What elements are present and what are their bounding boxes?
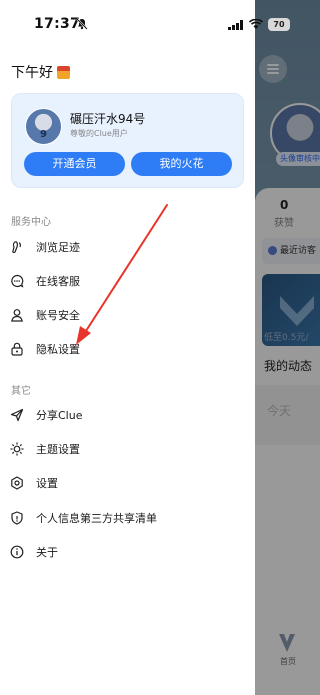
- avatar-jersey-number: 9: [40, 129, 47, 140]
- status-time: 17:37: [34, 16, 81, 32]
- profile-name: 碾压汗水94号: [70, 112, 146, 126]
- menu-item-label: 账号安全: [36, 309, 80, 322]
- my-spark-button[interactable]: 我的火花: [131, 152, 232, 176]
- menu-item-label: 个人信息第三方共享清单: [36, 512, 157, 525]
- battery-indicator: 70: [268, 18, 290, 31]
- menu-item-settings[interactable]: 设置: [0, 468, 255, 498]
- menu-item-label: 在线客服: [36, 275, 80, 288]
- wifi-icon: [249, 19, 263, 29]
- greeting: 下午好: [11, 62, 70, 82]
- menu-item-label: 关于: [36, 546, 58, 559]
- side-drawer: 17:37 70 下午好 9 碾压汗水94号 尊敬的Clue用户 开通会员 我的…: [0, 0, 290, 695]
- menu-item-share-clue[interactable]: 分享Clue: [0, 400, 255, 430]
- footprint-icon: [12, 241, 22, 254]
- open-vip-button[interactable]: 开通会员: [24, 152, 125, 176]
- service-section-title: 服务中心: [11, 217, 51, 228]
- signal-icon: [228, 20, 243, 30]
- profile-subtitle: 尊敬的Clue用户: [70, 129, 128, 138]
- menu-item-label: 设置: [36, 477, 58, 490]
- menu-item-label: 浏览足迹: [36, 241, 80, 254]
- chat-icon: [11, 274, 24, 288]
- menu-item-label: 主题设置: [36, 443, 80, 456]
- shield-icon: [11, 511, 23, 525]
- send-icon: [10, 408, 24, 422]
- menu-item-theme-settings[interactable]: 主题设置: [0, 434, 255, 464]
- info-icon: [10, 545, 24, 559]
- user-icon: [11, 309, 23, 322]
- other-section-title: 其它: [11, 386, 31, 397]
- sun-icon: [10, 442, 24, 456]
- menu-item-online-support[interactable]: 在线客服: [0, 266, 255, 296]
- lock-icon: [11, 342, 23, 356]
- gear-icon: [11, 476, 23, 490]
- menu-item-about[interactable]: 关于: [0, 537, 255, 567]
- menu-item-browse-history[interactable]: 浏览足迹: [0, 232, 255, 262]
- sunset-icon: [57, 65, 70, 79]
- avatar[interactable]: 9: [25, 108, 62, 145]
- menu-item-account-security[interactable]: 账号安全: [0, 300, 255, 330]
- bell-mute-icon: [76, 18, 88, 30]
- greeting-text: 下午好: [11, 65, 53, 81]
- menu-item-privacy-settings[interactable]: 隐私设置: [0, 334, 255, 364]
- profile-card[interactable]: 9 碾压汗水94号 尊敬的Clue用户 开通会员 我的火花: [11, 93, 244, 188]
- menu-item-third-party-sharing-list[interactable]: 个人信息第三方共享清单: [0, 503, 255, 533]
- menu-item-label: 分享Clue: [36, 409, 83, 422]
- menu-item-label: 隐私设置: [36, 343, 80, 356]
